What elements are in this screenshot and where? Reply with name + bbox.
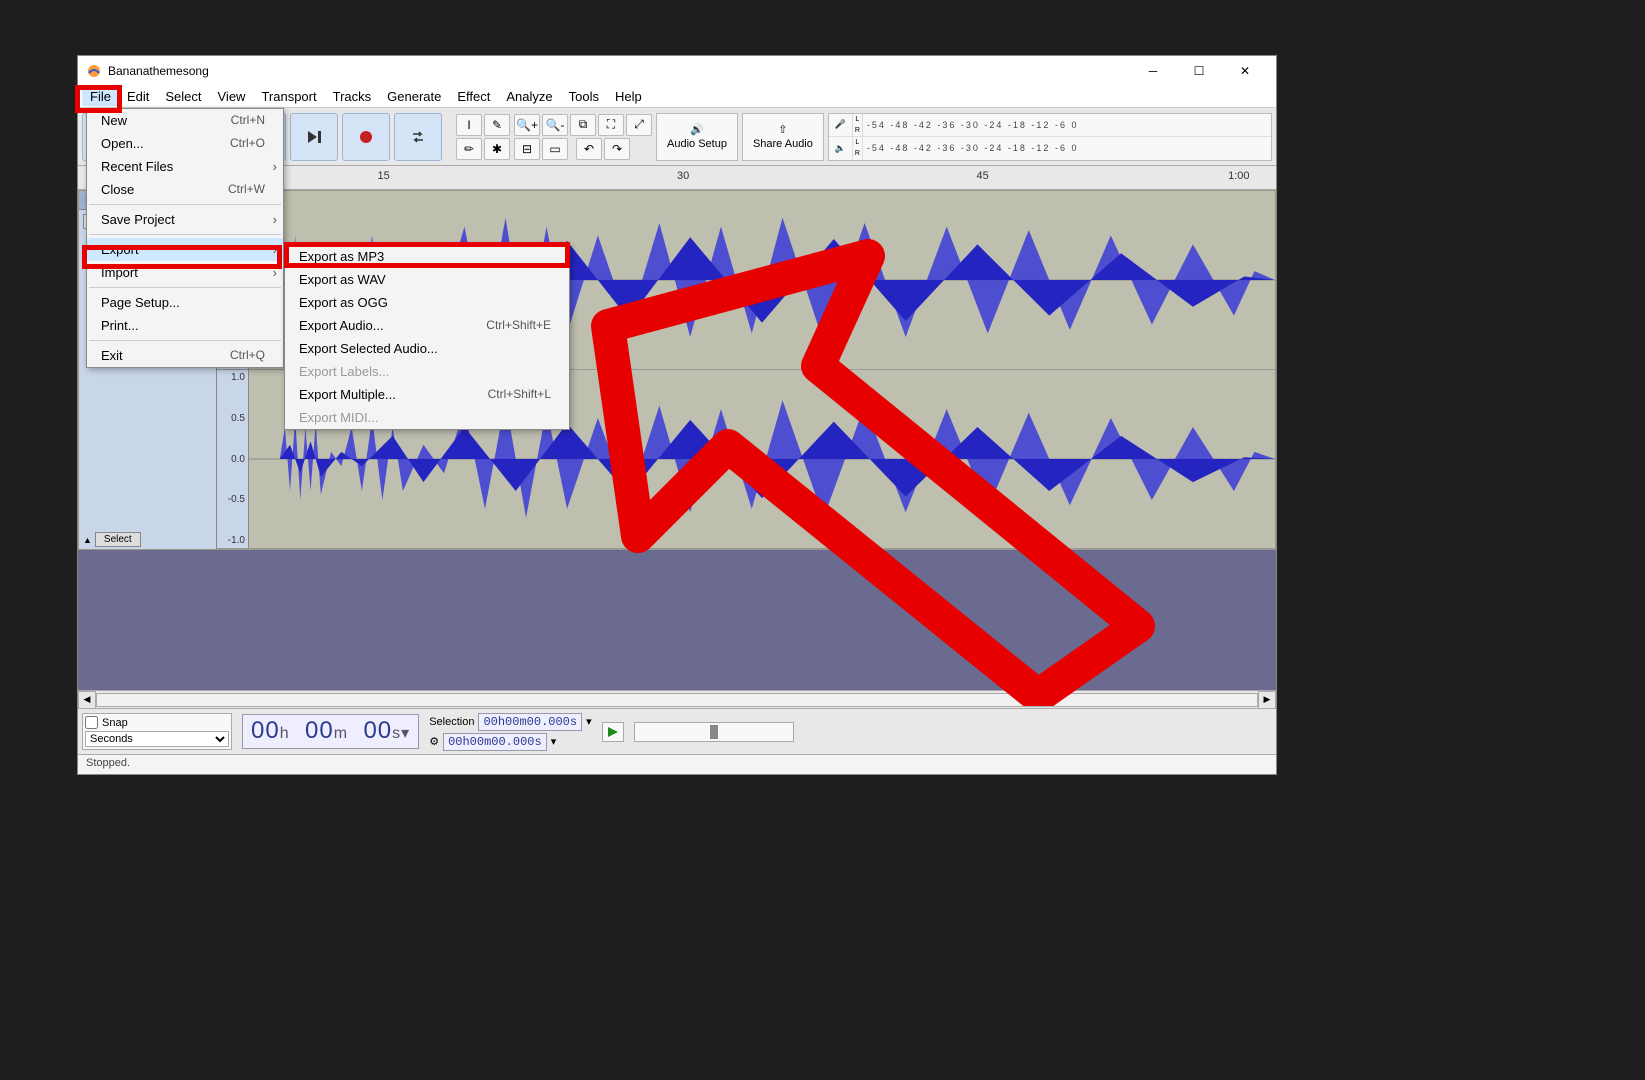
zoom-fit-sel-icon[interactable]: ⧉ (570, 114, 596, 136)
selection-toolbar: Snap Seconds 00h 00m 00s▾ Selection 00h0… (78, 708, 1276, 754)
zoom-out-icon[interactable]: 🔍- (542, 114, 568, 136)
menu-tracks[interactable]: Tracks (325, 87, 380, 106)
ruler-tick: 30 (677, 170, 689, 182)
file-menu-item[interactable]: Recent Files (87, 155, 283, 178)
file-menu-item[interactable]: CloseCtrl+W (87, 178, 283, 201)
ruler-tick: 15 (378, 170, 390, 182)
playback-meter-scale[interactable]: -54 -48 -42 -36 -30 -24 -18 -12 -6 0 (863, 143, 1271, 153)
app-window: Bananathemesong ─ ☐ ✕ File Edit Select V… (77, 55, 1277, 775)
scroll-left-icon[interactable]: ◀ (78, 691, 96, 709)
export-submenu-dropdown: Export as MP3Export as WAVExport as OGGE… (284, 244, 570, 430)
playback-speed-slider[interactable] (634, 722, 794, 742)
status-text: Stopped. (86, 757, 130, 769)
share-audio-button[interactable]: ⇧ Share Audio (742, 113, 824, 161)
file-menu-item[interactable]: Import (87, 261, 283, 284)
zoom-palette: 🔍+ 🔍- ⧉ ⛶ ⤢ ⊟ ▭ ↶ ↷ (514, 114, 652, 160)
audio-setup-button[interactable]: 🔊 Audio Setup (656, 113, 738, 161)
ruler-tick: 45 (977, 170, 989, 182)
menu-select[interactable]: Select (157, 87, 209, 106)
undo-icon[interactable]: ↶ (576, 138, 602, 160)
level-meters: 🎤 LR -54 -48 -42 -36 -30 -24 -18 -12 -6 … (828, 113, 1272, 161)
multi-tool-icon[interactable]: ✱ (484, 138, 510, 160)
record-button[interactable] (342, 113, 390, 161)
trim-icon[interactable]: ⊟ (514, 138, 540, 160)
menu-analyze[interactable]: Analyze (498, 87, 560, 106)
menu-file[interactable]: File (82, 87, 119, 106)
menu-generate[interactable]: Generate (379, 87, 449, 106)
snap-box: Snap Seconds (82, 713, 232, 750)
app-icon (86, 63, 102, 79)
silence-icon[interactable]: ▭ (542, 138, 568, 160)
draw-tool-icon[interactable]: ✏ (456, 138, 482, 160)
ruler-tick: 1:00 (1228, 170, 1249, 182)
amplitude-axis: 1.00.50.0-0.5-1.0 (217, 370, 249, 548)
file-menu-item[interactable]: Page Setup... (87, 291, 283, 314)
selection-end-time[interactable]: 00h00m00.000s (443, 733, 547, 751)
horizontal-scrollbar[interactable]: ◀ ▶ (78, 690, 1276, 708)
snap-units-select[interactable]: Seconds (85, 731, 229, 747)
file-menu-item[interactable]: NewCtrl+N (87, 109, 283, 132)
export-menu-item[interactable]: Export Multiple...Ctrl+Shift+L (285, 383, 569, 406)
file-menu-item[interactable]: Open...Ctrl+O (87, 132, 283, 155)
export-menu-item[interactable]: Export Selected Audio... (285, 337, 569, 360)
menu-effect[interactable]: Effect (449, 87, 498, 106)
export-menu-item[interactable]: Export as MP3 (285, 245, 569, 268)
scroll-track[interactable] (96, 693, 1258, 707)
close-button[interactable]: ✕ (1222, 56, 1268, 86)
gear-icon[interactable]: ⚙ (429, 735, 439, 748)
tool-palette: I ✎ ✏ ✱ (456, 114, 510, 160)
loop-button[interactable] (394, 113, 442, 161)
export-menu-item[interactable]: Export Audio...Ctrl+Shift+E (285, 314, 569, 337)
track-select-button[interactable]: Select (95, 532, 141, 547)
export-menu-item: Export MIDI... (285, 406, 569, 429)
mic-icon[interactable]: 🎤 (829, 114, 853, 137)
selection-start-time[interactable]: 00h00m00.000s (478, 713, 582, 731)
file-menu-dropdown: NewCtrl+NOpen...Ctrl+ORecent FilesCloseC… (86, 108, 284, 368)
minimize-button[interactable]: ─ (1130, 56, 1176, 86)
status-bar: Stopped. (78, 754, 1276, 774)
file-menu-item[interactable]: ExitCtrl+Q (87, 344, 283, 367)
zoom-toggle-icon[interactable]: ⤢ (626, 114, 652, 136)
scroll-right-icon[interactable]: ▶ (1258, 691, 1276, 709)
selection-box: Selection 00h00m00.000s▾ ⚙ 00h00m00.000s… (429, 713, 591, 751)
envelope-tool-icon[interactable]: ✎ (484, 114, 510, 136)
zoom-in-icon[interactable]: 🔍+ (514, 114, 540, 136)
record-meter-scale[interactable]: -54 -48 -42 -36 -30 -24 -18 -12 -6 0 (863, 120, 1271, 130)
file-menu-item[interactable]: Print... (87, 314, 283, 337)
share-icon: ⇧ (778, 123, 787, 136)
menu-view[interactable]: View (210, 87, 254, 106)
collapse-icon[interactable]: ▲ (83, 535, 92, 545)
menu-transport[interactable]: Transport (253, 87, 324, 106)
export-menu-item: Export Labels... (285, 360, 569, 383)
file-menu-item[interactable]: Save Project (87, 208, 283, 231)
file-menu-item[interactable]: Export (87, 238, 283, 261)
maximize-button[interactable]: ☐ (1176, 56, 1222, 86)
skip-end-button[interactable] (290, 113, 338, 161)
selection-tool-icon[interactable]: I (456, 114, 482, 136)
menu-tools[interactable]: Tools (561, 87, 607, 106)
selection-label: Selection (429, 716, 474, 728)
export-menu-item[interactable]: Export as OGG (285, 291, 569, 314)
redo-icon[interactable]: ↷ (604, 138, 630, 160)
export-menu-item[interactable]: Export as WAV (285, 268, 569, 291)
time-display[interactable]: 00h 00m 00s▾ (242, 714, 419, 749)
play-at-speed-button[interactable] (602, 722, 624, 742)
menu-help[interactable]: Help (607, 87, 650, 106)
snap-checkbox[interactable] (85, 716, 98, 729)
menu-bar: File Edit Select View Transport Tracks G… (78, 86, 1276, 108)
menu-edit[interactable]: Edit (119, 87, 157, 106)
speaker-icon: 🔊 (690, 123, 704, 136)
titlebar: Bananathemesong ─ ☐ ✕ (78, 56, 1276, 86)
window-title: Bananathemesong (108, 64, 1130, 78)
zoom-fit-icon[interactable]: ⛶ (598, 114, 624, 136)
playback-speaker-icon[interactable]: 🔈 (829, 137, 853, 160)
